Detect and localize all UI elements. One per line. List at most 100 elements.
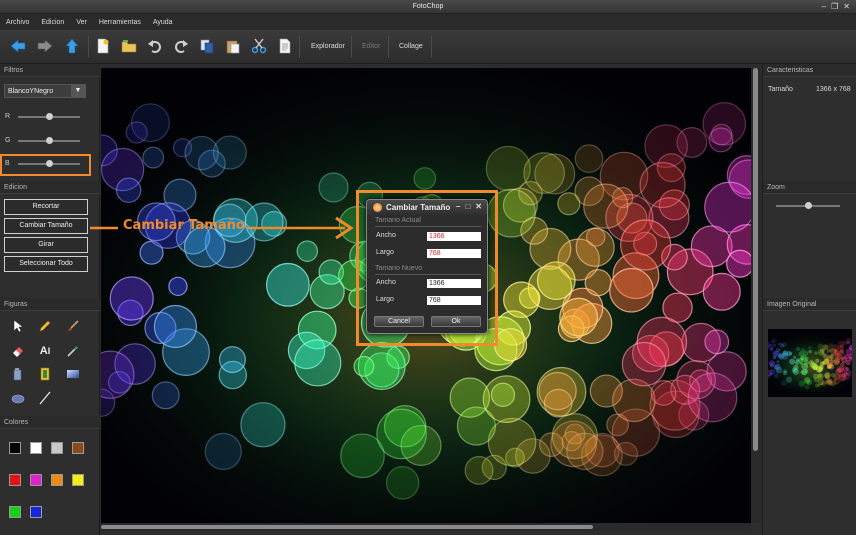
paint-bucket-icon[interactable] xyxy=(11,367,25,381)
vertical-scrollbar-thumb[interactable] xyxy=(753,68,758,451)
size-value: 1366 x 768 xyxy=(816,86,851,93)
title-bar: FotoChop – ❐ ✕ xyxy=(0,0,856,14)
filtros-heading: Filtros xyxy=(0,64,100,77)
horizontal-scrollbar[interactable] xyxy=(101,523,751,531)
new-file-icon[interactable] xyxy=(95,38,111,54)
nuevo-ancho-label: Ancho xyxy=(376,279,396,286)
imagen-original-heading: Imagen Original xyxy=(763,298,856,311)
filter-select-value: BlancoYNegro xyxy=(8,88,54,95)
actual-ancho-field: 1366 xyxy=(427,232,481,241)
app-logo-icon xyxy=(373,203,382,212)
color-swatch-7[interactable] xyxy=(72,474,84,486)
pencil-icon[interactable] xyxy=(38,319,52,333)
dialog-title-bar: Cambiar Tamaño – □ ✕ xyxy=(367,200,487,215)
gradient-icon[interactable] xyxy=(66,367,80,381)
filter-slider-knob-0[interactable] xyxy=(45,113,53,120)
edicion-heading: Edicion xyxy=(0,181,100,194)
color-swatch-3[interactable] xyxy=(72,442,84,454)
nuevo-largo-label: Largo xyxy=(376,296,394,303)
color-swatch-5[interactable] xyxy=(30,474,42,486)
resize-dialog: Cambiar Tamaño – □ ✕ Tamano Actual Ancho… xyxy=(366,199,488,334)
size-label: Tamaño xyxy=(768,86,793,93)
ellipse-icon[interactable] xyxy=(11,391,25,405)
maximize-icon[interactable]: □ xyxy=(465,202,470,211)
minimize-icon[interactable]: – xyxy=(822,1,826,13)
filter-slider-2[interactable] xyxy=(18,160,80,167)
brush-icon[interactable] xyxy=(66,319,80,333)
menu-ayuda[interactable]: Ayuda xyxy=(153,19,173,26)
color-swatch-0[interactable] xyxy=(9,442,21,454)
filter-slider-knob-1[interactable] xyxy=(45,137,53,144)
open-folder-icon[interactable] xyxy=(121,38,137,54)
menu-archivo[interactable]: Archivo xyxy=(6,19,29,26)
paste-icon[interactable] xyxy=(225,38,241,54)
callout-arrow-icon xyxy=(90,216,354,240)
original-image-thumbnail xyxy=(768,329,852,397)
slider-label-1: G xyxy=(5,137,11,144)
close-icon[interactable]: ✕ xyxy=(843,1,850,13)
cambiar-tamano-button[interactable]: Cambiar Tamaño xyxy=(4,218,88,234)
menu-ver[interactable]: Ver xyxy=(76,19,87,26)
right-panel: Caracteristicas Tamaño 1366 x 768 Zoom I… xyxy=(762,64,856,535)
filter-select[interactable]: BlancoYNegro ▼ xyxy=(4,84,86,98)
color-swatch-8[interactable] xyxy=(9,506,21,518)
zoom-heading: Zoom xyxy=(763,181,856,194)
nuevo-largo-input[interactable]: 768 xyxy=(427,296,481,305)
zoom-slider[interactable] xyxy=(776,202,840,209)
cancel-button[interactable]: Cancel xyxy=(374,316,424,327)
text-tool-icon[interactable]: AI xyxy=(38,344,52,358)
forward-arrow-icon[interactable] xyxy=(37,38,53,54)
app-title: FotoChop xyxy=(412,3,444,10)
filter-slider-knob-2[interactable] xyxy=(45,160,53,167)
minimize-icon[interactable]: – xyxy=(456,202,460,211)
horizontal-scrollbar-thumb[interactable] xyxy=(101,525,593,529)
editor-tab[interactable]: Editor xyxy=(362,43,380,50)
eraser-icon[interactable] xyxy=(11,344,25,358)
undo-icon[interactable] xyxy=(147,38,163,54)
actual-largo-label: Largo xyxy=(376,249,394,256)
dialog-title: Cambiar Tamaño xyxy=(386,203,451,212)
filter-slider-1[interactable] xyxy=(18,137,80,144)
toolbar: Explorador Editor Collage xyxy=(0,30,856,64)
actual-ancho-label: Ancho xyxy=(376,232,396,239)
color-swatch-4[interactable] xyxy=(9,474,21,486)
new-size-heading: Tamano Nuevo xyxy=(375,265,423,272)
chevron-down-icon[interactable]: ▼ xyxy=(71,85,85,97)
colores-heading: Colores xyxy=(0,416,100,429)
caracteristicas-heading: Caracteristicas xyxy=(763,64,856,77)
rectangle-icon[interactable] xyxy=(38,367,52,381)
redo-icon[interactable] xyxy=(173,38,189,54)
slider-label-2: B xyxy=(5,160,10,167)
filter-slider-0[interactable] xyxy=(18,113,80,120)
document-icon[interactable] xyxy=(277,38,293,54)
actual-size-heading: Tamano Actual xyxy=(375,217,421,224)
cut-icon[interactable] xyxy=(251,38,267,54)
menu-edicion[interactable]: Edicion xyxy=(41,19,64,26)
close-icon[interactable]: ✕ xyxy=(475,202,482,211)
explorador-tab[interactable]: Explorador xyxy=(311,43,345,50)
color-swatch-1[interactable] xyxy=(30,442,42,454)
back-arrow-icon[interactable] xyxy=(10,38,26,54)
seleccionar-todo-button[interactable]: Seleccionar Todo xyxy=(4,256,88,272)
girar-button[interactable]: Girar xyxy=(4,237,88,253)
nuevo-ancho-input[interactable]: 1366 xyxy=(427,279,481,288)
line-icon[interactable] xyxy=(38,391,52,405)
color-swatch-2[interactable] xyxy=(51,442,63,454)
slider-label-0: R xyxy=(5,113,11,120)
up-arrow-icon[interactable] xyxy=(64,38,80,54)
zoom-slider-knob[interactable] xyxy=(804,202,812,209)
pointer-icon[interactable] xyxy=(11,319,25,333)
collage-tab[interactable]: Collage xyxy=(399,43,423,50)
menu-bar: Archivo Edicion Ver Herramientas Ayuda xyxy=(0,14,856,30)
recortar-button[interactable]: Recortar xyxy=(4,199,88,215)
eyedropper-icon[interactable] xyxy=(66,344,80,358)
ok-button[interactable]: Ok xyxy=(431,316,481,327)
left-panel: Filtros BlancoYNegro ▼ R G B Edicion Recor… xyxy=(0,64,100,535)
app-window: FotoChop – ❐ ✕ Archivo Edicion Ver Herra… xyxy=(0,0,856,535)
copy-icon[interactable] xyxy=(199,38,215,54)
menu-herramientas[interactable]: Herramientas xyxy=(99,19,141,26)
restore-icon[interactable]: ❐ xyxy=(831,1,838,13)
color-swatch-9[interactable] xyxy=(30,506,42,518)
vertical-scrollbar[interactable] xyxy=(751,68,761,523)
color-swatch-6[interactable] xyxy=(51,474,63,486)
